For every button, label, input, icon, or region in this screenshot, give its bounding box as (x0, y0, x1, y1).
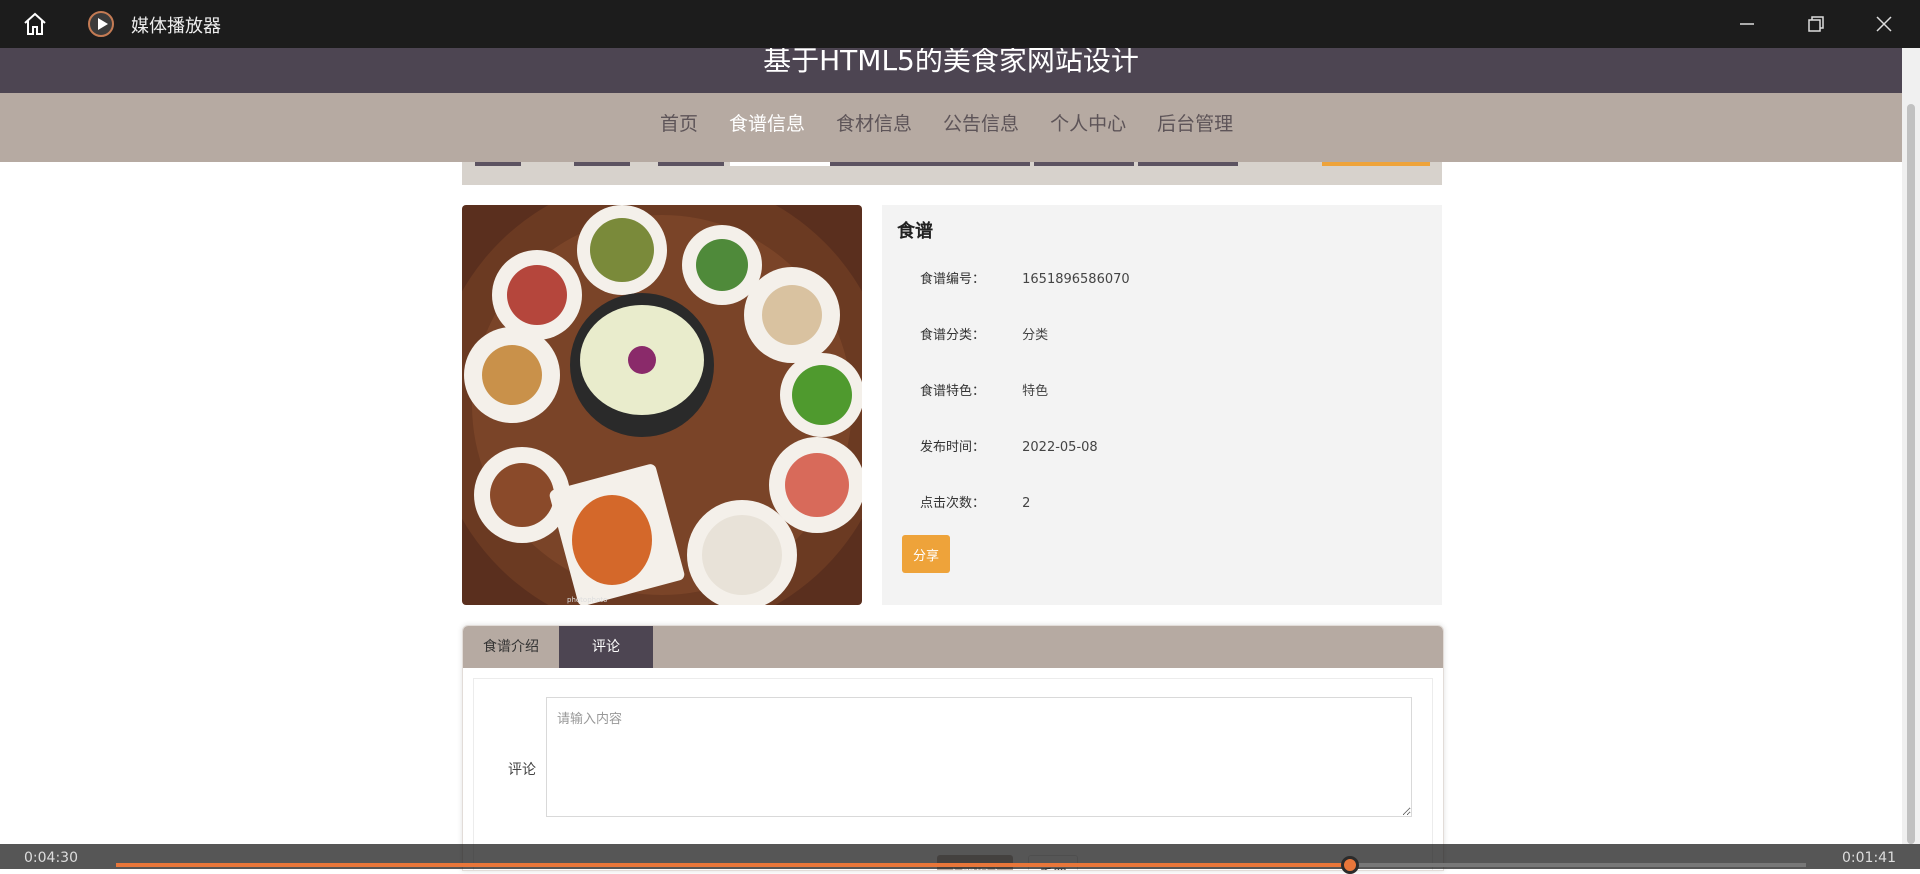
detail-label: 发布时间： (920, 440, 986, 455)
elapsed-time: 0:04:30 (24, 850, 78, 866)
detail-row-click-count: 点击次数： 2 (920, 492, 1030, 511)
player-controls: 0:04:30 0:01:41 (0, 844, 1920, 874)
subbar-element (574, 162, 630, 166)
detail-row-category: 食谱分类： 分类 (920, 324, 1048, 343)
nav-item-admin[interactable]: 后台管理 (1157, 109, 1233, 139)
detail-label: 点击次数： (920, 496, 986, 511)
nav-item-home[interactable]: 首页 (660, 109, 698, 139)
subbar-element (730, 162, 830, 166)
nav-item-announcements[interactable]: 公告信息 (943, 109, 1019, 139)
recipe-details-panel: 食谱 食谱编号： 1651896586070 食谱分类： 分类 食谱特色： 特色… (882, 205, 1442, 605)
comment-form: 评论 立即提交 重置 (473, 678, 1433, 870)
recipe-tabs-panel: 食谱介绍 评论 评论 立即提交 重置 (462, 625, 1444, 871)
subbar-element (475, 162, 521, 166)
seek-thumb[interactable] (1340, 856, 1359, 874)
main-nav: 首页 食谱信息 食材信息 公告信息 个人中心 后台管理 (0, 93, 1902, 162)
share-button[interactable]: 分享 (902, 535, 950, 573)
detail-label: 食谱特色： (920, 384, 986, 399)
recipe-image: photophoto (462, 205, 862, 605)
nav-item-recipes[interactable]: 食谱信息 (729, 109, 805, 139)
detail-row-id: 食谱编号： 1651896586070 (920, 268, 1130, 287)
svg-text:photophoto: photophoto (567, 596, 607, 604)
nav-item-ingredients[interactable]: 食材信息 (836, 109, 912, 139)
subbar-element (1322, 162, 1430, 166)
minimize-icon[interactable] (1737, 14, 1757, 34)
tabs-header: 食谱介绍 评论 (463, 626, 1443, 668)
tab-introduction[interactable]: 食谱介绍 (463, 626, 559, 668)
close-icon[interactable] (1874, 14, 1894, 34)
detail-value: 1651896586070 (1022, 272, 1130, 287)
page-scrollbar[interactable] (1902, 48, 1920, 844)
subbar-element (1138, 162, 1238, 166)
seek-progress (116, 863, 1350, 867)
detail-label: 食谱编号： (920, 272, 986, 287)
detail-value: 2 (1022, 496, 1031, 511)
subbar-element (830, 162, 1030, 166)
detail-value: 特色 (1022, 384, 1049, 399)
tab-comments[interactable]: 评论 (559, 626, 653, 668)
detail-row-publish-date: 发布时间： 2022-05-08 (920, 436, 1098, 455)
play-app-icon (88, 11, 114, 37)
detail-value: 分类 (1022, 328, 1049, 343)
detail-row-feature: 食谱特色： 特色 (920, 380, 1048, 399)
seek-bar[interactable] (116, 856, 1806, 874)
restore-icon[interactable] (1806, 14, 1826, 34)
detail-label: 食谱分类： (920, 328, 986, 343)
comment-label: 评论 (508, 762, 536, 778)
nav-item-profile[interactable]: 个人中心 (1050, 109, 1126, 139)
comment-textarea[interactable] (546, 697, 1412, 817)
home-icon[interactable] (22, 11, 48, 37)
media-player-titlebar: 媒体播放器 (0, 0, 1920, 48)
remaining-time: 0:01:41 (1842, 850, 1896, 866)
detail-value: 2022-05-08 (1022, 440, 1098, 455)
scrollbar-thumb[interactable] (1907, 104, 1915, 844)
hidden-subbar (462, 162, 1442, 185)
app-title: 媒体播放器 (131, 16, 221, 37)
subbar-element (658, 162, 724, 166)
details-title: 食谱 (897, 221, 933, 242)
subbar-element (1034, 162, 1134, 166)
